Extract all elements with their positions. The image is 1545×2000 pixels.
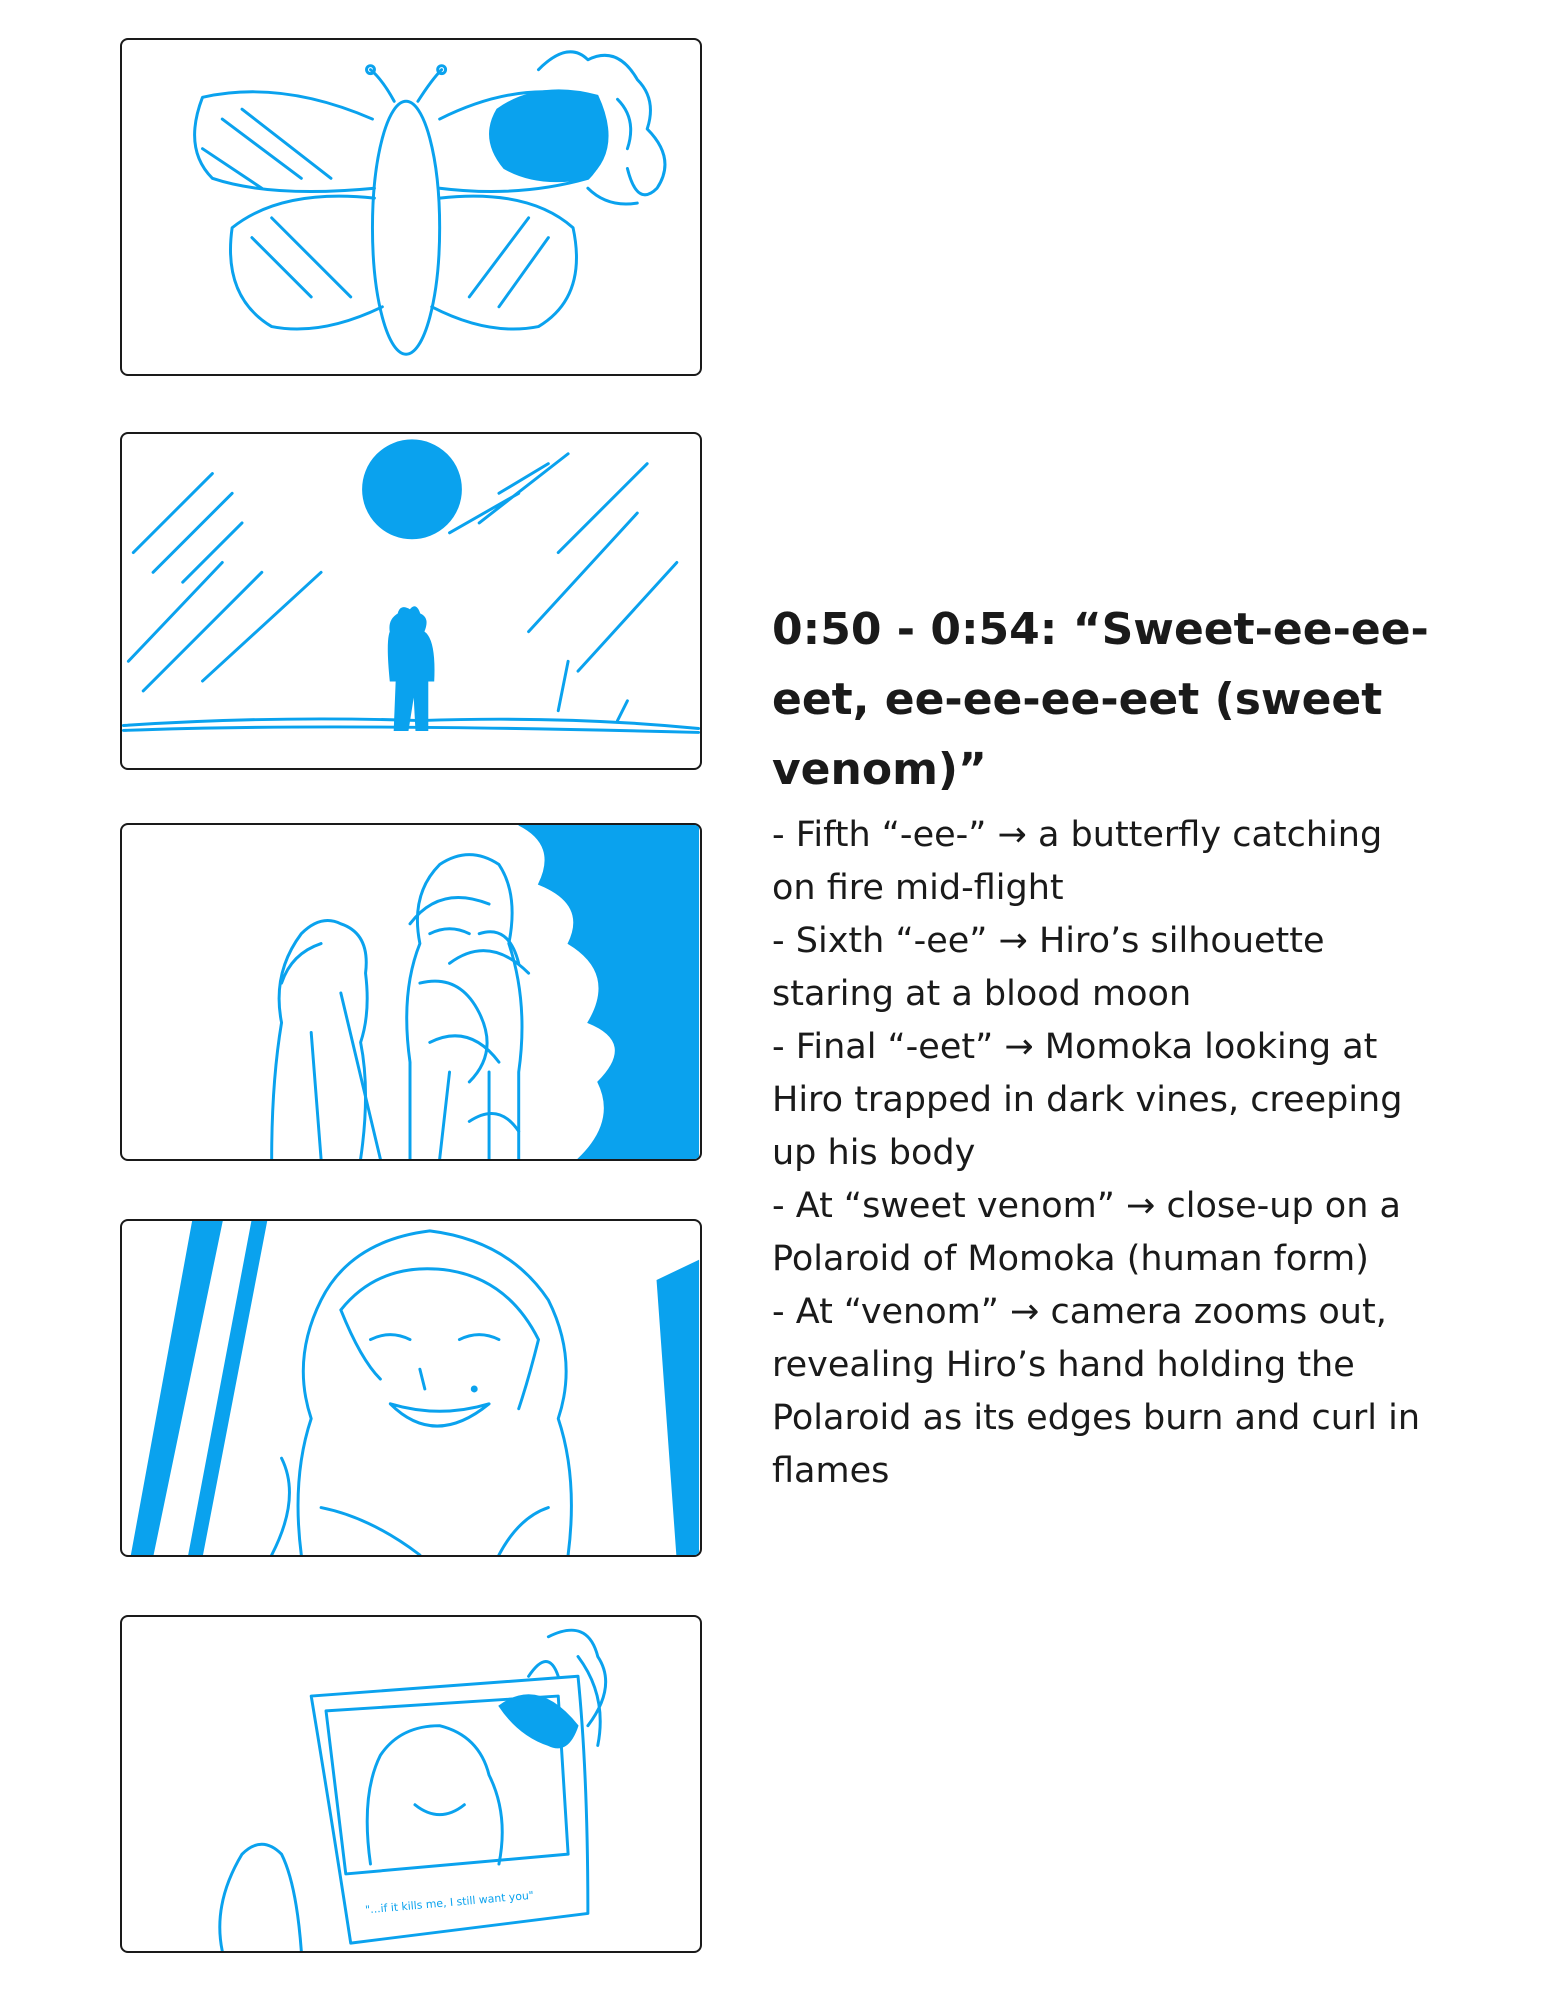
scene-notes: 0:50 - 0:54: “Sweet-ee-ee-eet, ee-ee-ee-… [772, 595, 1432, 1498]
note-line: - At “venom” → camera zooms out, reveali… [772, 1292, 1421, 1491]
note-line: - Final “-eet” → Momoka looking at Hiro … [772, 1027, 1403, 1173]
blood-moon [362, 439, 462, 540]
note-line: - Sixth “-ee” → Hiro’s silhouette starin… [772, 921, 1325, 1014]
storyboard-panel-5: "...if it kills me, I still want you" [120, 1615, 702, 1953]
hiro-silhouette [387, 606, 435, 731]
note-line: - Fifth “-ee-” → a butterfly catching on… [772, 815, 1383, 908]
timestamp-heading: 0:50 - 0:54: “Sweet-ee-ee-eet, ee-ee-ee-… [772, 604, 1429, 795]
blood-moon-sketch [122, 439, 700, 734]
storyboard-panel-3 [120, 823, 702, 1161]
storyboard-panel-1 [120, 38, 702, 376]
scene-description: - Fifth “-ee-” → a butterfly catching on… [772, 809, 1432, 1498]
burning-polaroid-sketch: "...if it kills me, I still want you" [218, 1628, 608, 1951]
polaroid-caption: "...if it kills me, I still want you" [365, 1889, 535, 1917]
polaroid-closeup-sketch [130, 1221, 700, 1555]
storyboard-panel-4 [120, 1219, 702, 1557]
note-line: - At “sweet venom” → close-up on a Polar… [772, 1186, 1401, 1279]
butterfly-sketch [193, 50, 667, 356]
vines-sketch [270, 825, 700, 1159]
storyboard-panel-2 [120, 432, 702, 770]
